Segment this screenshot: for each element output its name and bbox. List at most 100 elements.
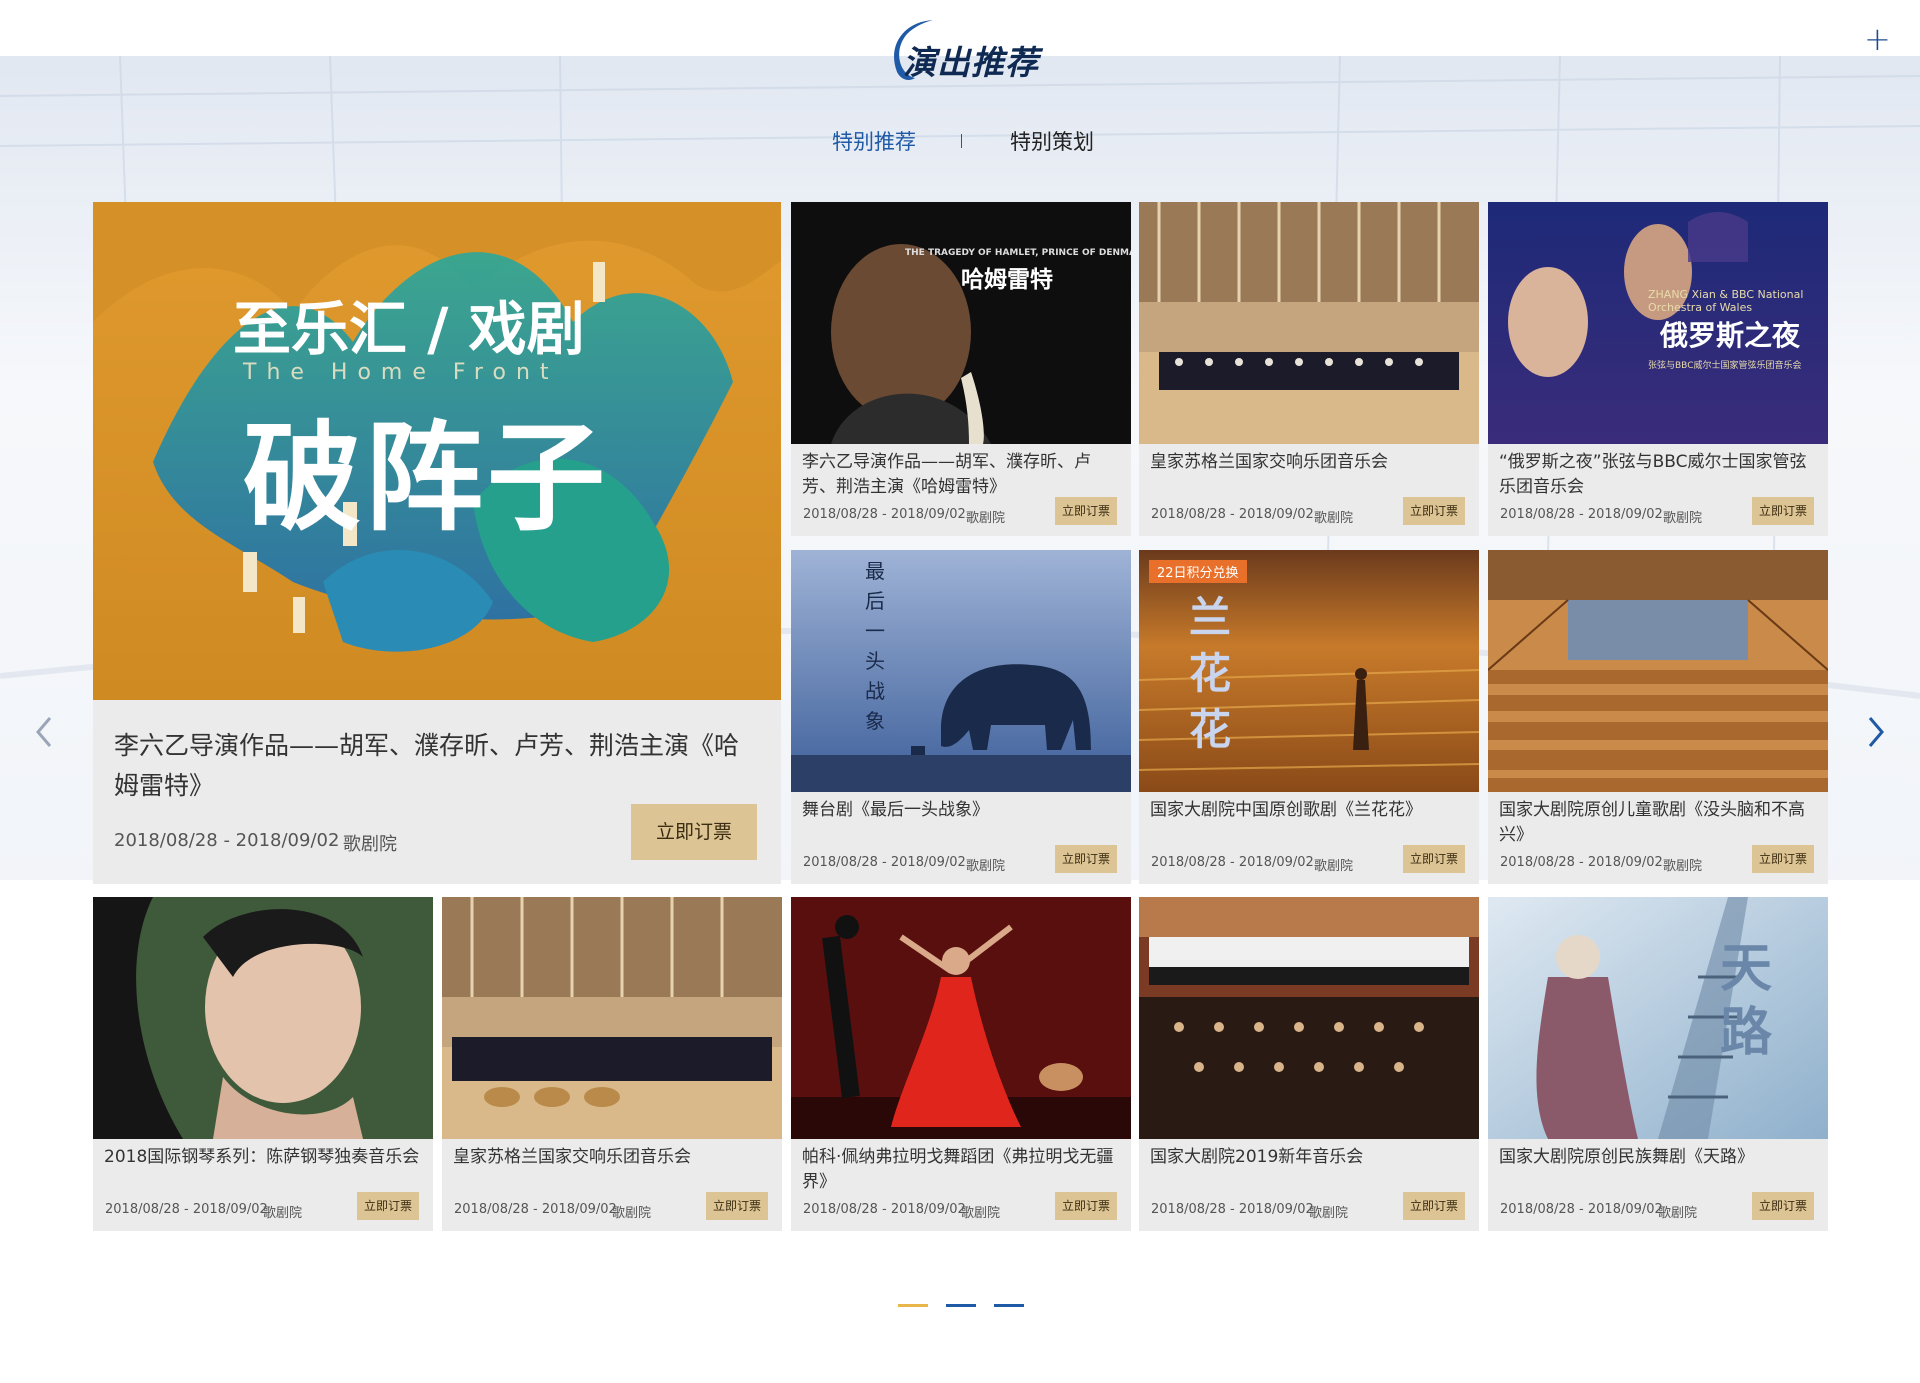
- featured-book-button[interactable]: 立即订票: [631, 804, 757, 860]
- card-date: 2018/08/28 - 2018/09/02: [105, 1202, 268, 1217]
- card-poster-image[interactable]: [1488, 550, 1828, 792]
- tab-divider: [961, 134, 962, 148]
- card-title[interactable]: 皇家苏格兰国家交响乐团音乐会: [1150, 450, 1472, 475]
- more-plus-icon[interactable]: +: [1864, 23, 1891, 55]
- pagination-dot-2[interactable]: [946, 1304, 976, 1307]
- card-title[interactable]: 国家大剧院原创民族舞剧《天路》: [1499, 1145, 1821, 1170]
- card-poster-image[interactable]: [1139, 202, 1479, 444]
- card-book-button[interactable]: 立即订票: [1752, 497, 1814, 525]
- card-poster-image[interactable]: 最后一头战象: [791, 550, 1131, 792]
- card-venue: 歌剧院: [1658, 1206, 1698, 1221]
- event-card-last-war-elephant[interactable]: 最后一头战象 舞台剧《最后一头战象》 2018/08/28 - 2018/09/…: [791, 550, 1131, 884]
- card-poster-image[interactable]: [1139, 897, 1479, 1139]
- card-title[interactable]: 国家大剧院2019新年音乐会: [1150, 1145, 1472, 1170]
- featured-title[interactable]: 李六乙导演作品——胡军、濮存昕、卢芳、荆浩主演《哈姆雷特》: [114, 726, 754, 806]
- card-venue: 歌剧院: [1309, 1206, 1349, 1221]
- flamenco-dancer-art: [791, 897, 1131, 1139]
- card-venue: 歌剧院: [1314, 511, 1354, 526]
- card-poster-image[interactable]: THE TRAGEDY OF HAMLET, PRINCE OF DENMARK…: [791, 202, 1131, 444]
- card-venue: 歌剧院: [1663, 859, 1703, 874]
- card-poster-image[interactable]: 天路: [1488, 897, 1828, 1139]
- tab-special-planning[interactable]: 特别策划: [1010, 126, 1094, 156]
- event-card-tianlu[interactable]: 天路 国家大剧院原创民族舞剧《天路》 2018/08/28 - 2018/09/…: [1488, 897, 1828, 1231]
- event-card-hamlet[interactable]: THE TRAGEDY OF HAMLET, PRINCE OF DENMARK…: [791, 202, 1131, 536]
- card-poster-image[interactable]: [442, 897, 782, 1139]
- pagination-dot-1[interactable]: [898, 1304, 928, 1307]
- card-book-button[interactable]: 立即订票: [1403, 1192, 1465, 1220]
- card-date: 2018/08/28 - 2018/09/02: [1151, 1202, 1314, 1217]
- card-date: 2018/08/28 - 2018/09/02: [1500, 1202, 1663, 1217]
- card-venue: 歌剧院: [966, 859, 1006, 874]
- card-venue: 歌剧院: [263, 1206, 303, 1221]
- card-book-button[interactable]: 立即订票: [1055, 845, 1117, 873]
- card-poster-image[interactable]: [93, 897, 433, 1139]
- pagination-dot-3[interactable]: [994, 1304, 1024, 1307]
- event-card-lanhuahua[interactable]: 22日积分兑换 兰花花 国家大剧院中国原创歌剧《兰花花》 2018/08/28 …: [1139, 550, 1479, 884]
- card-title[interactable]: “俄罗斯之夜”张弦与BBC威尔士国家管弦乐团音乐会: [1499, 450, 1821, 500]
- card-book-button[interactable]: 立即订票: [706, 1192, 768, 1220]
- card-book-button[interactable]: 立即订票: [1752, 1192, 1814, 1220]
- card-book-button[interactable]: 立即订票: [1752, 845, 1814, 873]
- tab-bar: 特别推荐 特别策划: [0, 120, 1920, 160]
- card-poster-title: 兰花花: [1189, 593, 1232, 754]
- event-card-chen-sa-piano[interactable]: 2018国际钢琴系列：陈萨钢琴独奏音乐会 2018/08/28 - 2018/0…: [93, 897, 433, 1231]
- card-date: 2018/08/28 - 2018/09/02: [1151, 855, 1314, 870]
- featured-poster-image[interactable]: 至乐汇 / 戏剧 The Home Front 破阵子: [93, 202, 781, 700]
- card-date: 2018/08/28 - 2018/09/02: [1500, 855, 1663, 870]
- featured-date: 2018/08/28 - 2018/09/02: [114, 830, 340, 851]
- card-poster-title: 俄罗斯之夜: [1660, 319, 1801, 352]
- card-book-button[interactable]: 立即订票: [1403, 845, 1465, 873]
- next-arrow-icon[interactable]: [1862, 712, 1890, 752]
- elephant-poster-art: [791, 550, 1131, 792]
- card-poster-image[interactable]: ZHANG Xian & BBC National Orchestra of W…: [1488, 202, 1828, 444]
- card-date: 2018/08/28 - 2018/09/02: [1500, 507, 1663, 522]
- card-poster-image[interactable]: [791, 897, 1131, 1139]
- card-title[interactable]: 舞台剧《最后一头战象》: [802, 798, 1124, 823]
- card-date: 2018/08/28 - 2018/09/02: [803, 855, 966, 870]
- card-poster-caption: THE TRAGEDY OF HAMLET, PRINCE OF DENMARK: [905, 248, 1131, 258]
- card-title[interactable]: 皇家苏格兰国家交响乐团音乐会: [453, 1145, 775, 1170]
- card-poster-image[interactable]: 22日积分兑换 兰花花: [1139, 550, 1479, 792]
- card-date: 2018/08/28 - 2018/09/02: [1151, 507, 1314, 522]
- card-poster-title: 天路: [1720, 938, 1773, 1063]
- card-poster-title: 哈姆雷特: [961, 267, 1053, 293]
- event-card-flamenco[interactable]: 帕科·佩纳弗拉明戈舞蹈团《弗拉明戈无疆界》 2018/08/28 - 2018/…: [791, 897, 1131, 1231]
- orchestra-hall-art: [442, 897, 782, 1139]
- card-book-button[interactable]: 立即订票: [1055, 1192, 1117, 1220]
- points-badge: 22日积分兑换: [1149, 560, 1247, 583]
- featured-event-card[interactable]: 至乐汇 / 戏剧 The Home Front 破阵子 李六乙导演作品——胡军、…: [93, 202, 781, 884]
- event-card-new-year-concert[interactable]: 国家大剧院2019新年音乐会 2018/08/28 - 2018/09/02 歌…: [1139, 897, 1479, 1231]
- featured-venue: 歌剧院: [343, 834, 397, 855]
- card-date: 2018/08/28 - 2018/09/02: [803, 507, 966, 522]
- card-venue: 歌剧院: [961, 1206, 1001, 1221]
- card-venue: 歌剧院: [612, 1206, 652, 1221]
- card-venue: 歌剧院: [1314, 859, 1354, 874]
- card-poster-caption: ZHANG Xian & BBC National Orchestra of W…: [1648, 288, 1804, 314]
- card-poster-title: 最后一头战象: [865, 559, 885, 733]
- card-title[interactable]: 国家大剧院中国原创歌剧《兰花花》: [1150, 798, 1472, 823]
- card-title[interactable]: 帕科·佩纳弗拉明戈舞蹈团《弗拉明戈无疆界》: [802, 1145, 1124, 1195]
- section-title: 演出推荐: [885, 16, 1045, 86]
- card-title[interactable]: 2018国际钢琴系列：陈萨钢琴独奏音乐会: [104, 1145, 426, 1170]
- prev-arrow-icon[interactable]: [30, 712, 58, 752]
- event-card-russian-night[interactable]: ZHANG Xian & BBC National Orchestra of W…: [1488, 202, 1828, 536]
- hamlet-poster-art: [791, 202, 1131, 444]
- card-date: 2018/08/28 - 2018/09/02: [454, 1202, 617, 1217]
- card-book-button[interactable]: 立即订票: [357, 1192, 419, 1220]
- card-venue: 歌剧院: [966, 511, 1006, 526]
- pianist-portrait-art: [93, 897, 433, 1139]
- orchestra-hall-art: [1139, 202, 1479, 444]
- concert-hall-seats-art: [1488, 550, 1828, 792]
- card-venue: 歌剧院: [1663, 511, 1703, 526]
- card-poster-subtitle: 张弦与BBC威尔士国家管弦乐团音乐会: [1648, 361, 1802, 371]
- card-book-button[interactable]: 立即订票: [1055, 497, 1117, 525]
- tab-special-recommend[interactable]: 特别推荐: [832, 126, 916, 156]
- card-title[interactable]: 国家大剧院原创儿童歌剧《没头脑和不高兴》: [1499, 798, 1821, 848]
- card-date: 2018/08/28 - 2018/09/02: [803, 1202, 966, 1217]
- featured-poster-title: 破阵子: [243, 408, 610, 547]
- event-card-royal-scottish[interactable]: 皇家苏格兰国家交响乐团音乐会 2018/08/28 - 2018/09/02 歌…: [1139, 202, 1479, 536]
- card-book-button[interactable]: 立即订票: [1403, 497, 1465, 525]
- card-title[interactable]: 李六乙导演作品——胡军、濮存昕、卢芳、荆浩主演《哈姆雷特》: [802, 450, 1124, 500]
- event-card-children-opera[interactable]: 国家大剧院原创儿童歌剧《没头脑和不高兴》 2018/08/28 - 2018/0…: [1488, 550, 1828, 884]
- event-card-royal-scottish-2[interactable]: 皇家苏格兰国家交响乐团音乐会 2018/08/28 - 2018/09/02 歌…: [442, 897, 782, 1231]
